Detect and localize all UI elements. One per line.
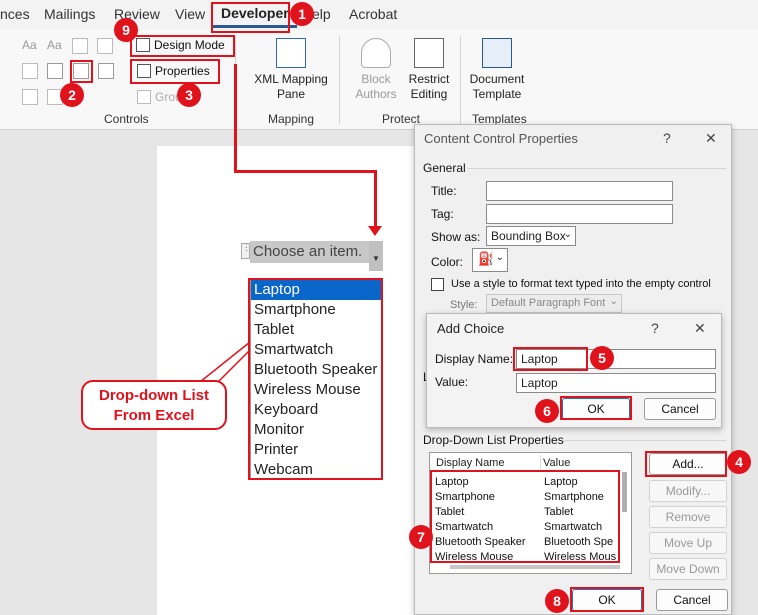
step-badge: 8 xyxy=(545,589,569,613)
step-badge: 7 xyxy=(409,525,433,549)
dropdown-from-excel-callout: Drop-down List From Excel xyxy=(81,380,227,430)
callout-pointer xyxy=(199,341,251,389)
step-badge: 1 xyxy=(290,2,314,26)
step-badge: 5 xyxy=(590,346,614,370)
callout-line-2: From Excel xyxy=(113,407,195,424)
callout-line-1: Drop-down List xyxy=(99,387,209,404)
step-badge: 3 xyxy=(177,83,201,107)
step-badge: 2 xyxy=(60,83,84,107)
step-badge: 6 xyxy=(535,399,559,423)
step-badge: 9 xyxy=(114,18,138,42)
step-badge: 4 xyxy=(727,450,751,474)
screenshot-root: nces Mailings Review View Developer elp … xyxy=(0,0,758,615)
